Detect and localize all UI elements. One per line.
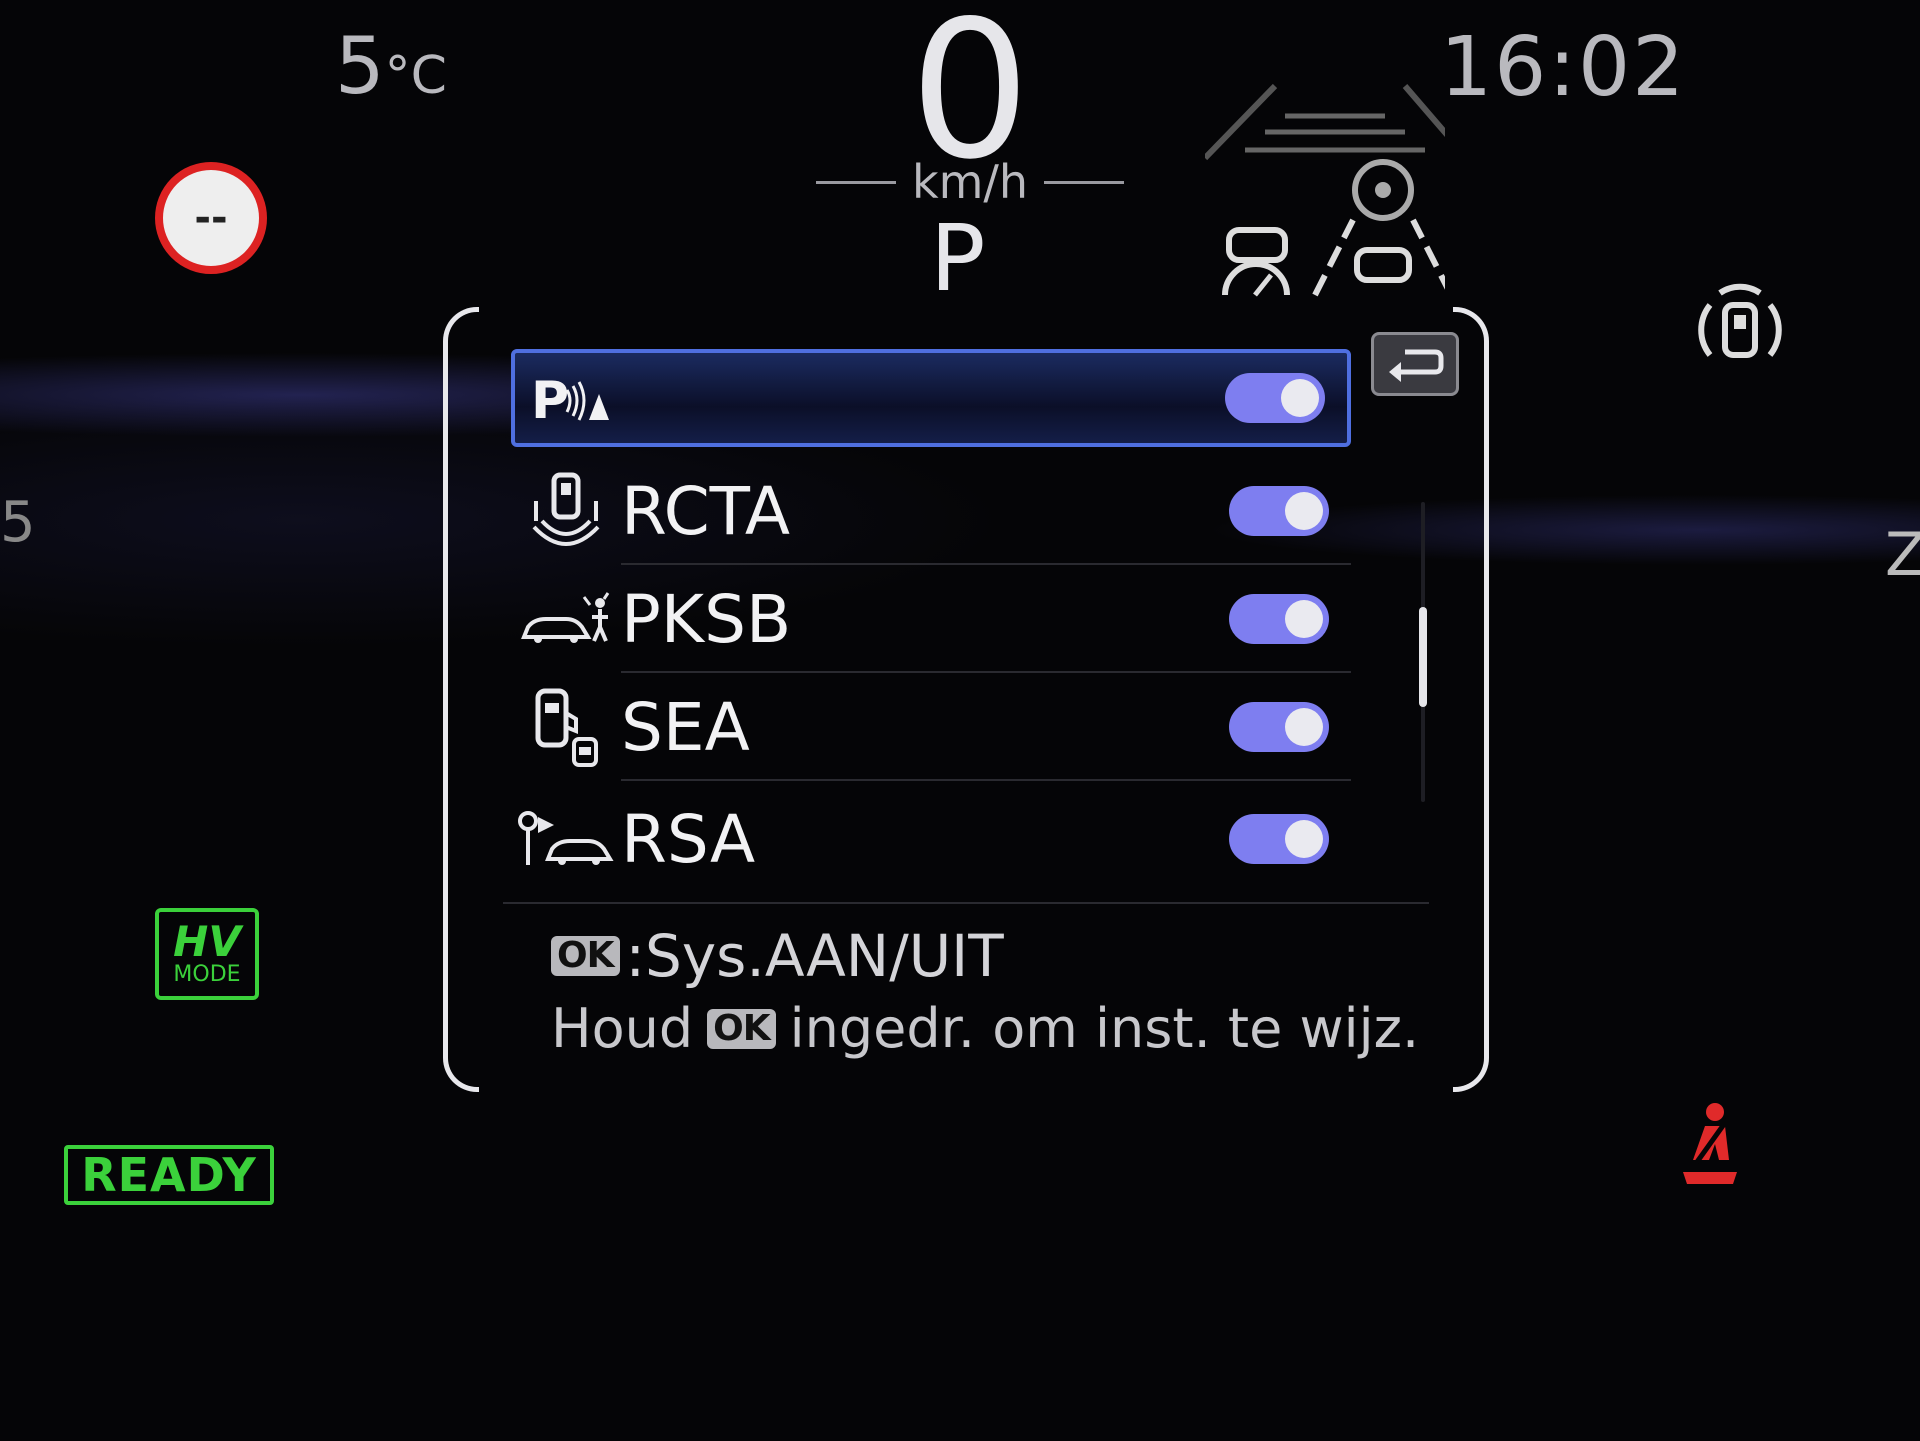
back-button[interactable] [1371, 332, 1459, 396]
toggle-switch[interactable] [1229, 594, 1329, 644]
svg-text:P: P [531, 372, 569, 424]
row-divider [621, 779, 1351, 781]
ok-button-badge: OK [707, 1008, 776, 1049]
temperature-value: 5 [335, 22, 385, 112]
hint-hold-to-change: Houd OK ingedr. om inst. te wijz. [551, 997, 1419, 1060]
edge-letter-right: Z [1885, 520, 1920, 590]
hint-line2-pre: Houd [551, 997, 694, 1060]
gear-indicator: P [930, 205, 986, 312]
outside-temperature: 5°C [335, 22, 447, 112]
toggle-switch[interactable] [1225, 373, 1325, 423]
road-sign-assist-icon [511, 809, 621, 869]
toggle-knob [1285, 492, 1323, 530]
menu-item-label: PKSB [621, 580, 792, 658]
ok-button-badge: OK [551, 936, 620, 976]
toggle-switch[interactable] [1229, 702, 1329, 752]
toggle-switch[interactable] [1229, 814, 1329, 864]
back-arrow-icon [1389, 349, 1444, 382]
menu-item-label: RCTA [621, 472, 790, 550]
speed-unit: km/h [911, 155, 1029, 209]
menu-item-sea[interactable]: SEA [511, 673, 1351, 781]
hint-line1-text: :Sys.AAN/UIT [625, 922, 1004, 990]
hint-toggle-system: OK :Sys.AAN/UIT [551, 922, 1004, 990]
lane-tracing-assist-icon [1202, 80, 1470, 304]
toggle-knob [1285, 820, 1323, 858]
menu-item-parking-sensor[interactable]: P [511, 349, 1351, 447]
menu-item-pksb[interactable]: PKSB [511, 565, 1351, 673]
menu-item-label: SEA [621, 688, 750, 766]
parking-brake-support-icon [511, 591, 621, 647]
safe-exit-assist-icon [511, 687, 621, 767]
toggle-knob [1285, 600, 1323, 638]
toggle-knob [1281, 379, 1319, 417]
ready-indicator: READY [64, 1145, 274, 1205]
panel-bracket-right [1453, 307, 1489, 1092]
edge-digit-left: 5 [0, 490, 36, 555]
mode-label: MODE [173, 962, 241, 987]
parking-sensor-icon: P [515, 372, 631, 424]
menu-item-rcta[interactable]: RCTA [511, 457, 1351, 565]
speed-unit-row: km/h [800, 152, 1140, 212]
toggle-switch[interactable] [1229, 486, 1329, 536]
footer-divider [503, 902, 1429, 904]
menu-item-label: RSA [621, 800, 756, 878]
seatbelt-warning-icon [1675, 1100, 1745, 1194]
hint-line2-post: ingedr. om inst. te wijz. [789, 997, 1420, 1060]
toggle-knob [1285, 708, 1323, 746]
speed-limit-value: -- [194, 195, 228, 241]
clock: 16:02 [1440, 20, 1687, 115]
safety-settings-panel: P RCTA PKSB SEA RSA OK:Sys.AAN/UIT Houd… [443, 307, 1489, 1092]
parking-sonar-status-icon [1685, 275, 1795, 389]
speed-limit-sign: -- [155, 162, 267, 274]
hv-label: HV [173, 917, 241, 966]
rear-cross-traffic-icon [511, 471, 621, 551]
panel-bracket-left [443, 307, 479, 1092]
scrollbar-thumb[interactable] [1419, 607, 1427, 707]
menu-item-rsa[interactable]: RSA [511, 785, 1351, 893]
hv-mode-indicator: HV MODE [155, 908, 259, 1000]
divider [1044, 180, 1125, 184]
temperature-unit: °C [384, 46, 447, 106]
divider [815, 180, 896, 184]
